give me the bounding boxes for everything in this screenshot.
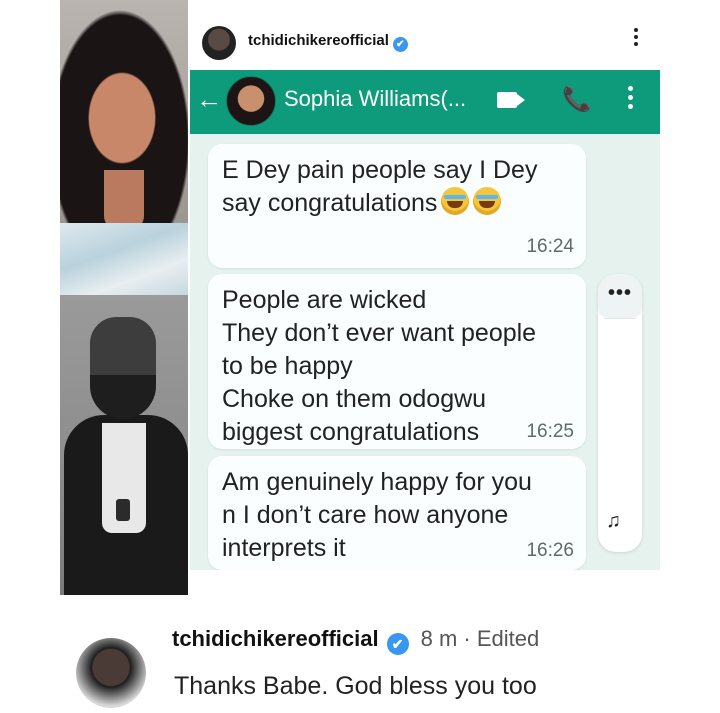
verified-badge-icon: ✔ — [386, 633, 409, 655]
comment-header: tchidichikereofficial ✔ 8 m · Edited — [172, 626, 539, 655]
photo-man — [60, 295, 188, 595]
post-author-username[interactable]: tchidichikereofficial — [248, 32, 389, 49]
photo-man-pendant — [116, 499, 130, 521]
video-call-icon[interactable] — [497, 92, 525, 108]
post-author-name[interactable]: tchidichikereofficial ✔ — [248, 32, 408, 52]
message-time: 16:24 — [526, 236, 574, 257]
message-time: 16:25 — [526, 421, 574, 442]
back-arrow-icon[interactable]: ← — [196, 84, 222, 114]
message-text: People are wicked They don’t ever want p… — [222, 286, 537, 446]
panel-divider — [604, 318, 636, 319]
contact-name[interactable]: Sophia Williams(... — [284, 86, 466, 112]
message-actions-panel: ••• ♫ — [598, 274, 642, 552]
chat-header-bar: ← Sophia Williams(... 📞 — [190, 70, 660, 134]
comment-author-avatar[interactable] — [76, 638, 146, 708]
contact-avatar[interactable] — [226, 76, 276, 126]
post-more-options-icon[interactable] — [630, 26, 642, 50]
comment-meta: 8 m · Edited — [420, 626, 540, 651]
photo-man-beard — [90, 375, 156, 419]
message-bubble[interactable]: E Dey pain people say I Dey say congratu… — [208, 144, 586, 268]
comment-text: Thanks Babe. God bless you too — [174, 672, 537, 700]
message-bubble[interactable]: People are wicked They don’t ever want p… — [208, 274, 586, 449]
more-actions-icon[interactable]: ••• — [598, 274, 642, 318]
comment-author-username[interactable]: tchidichikereofficial — [172, 626, 379, 651]
photo-woman — [60, 0, 188, 295]
photo-woman-shirt — [60, 223, 188, 295]
laughing-tears-emoji-icon — [473, 187, 502, 215]
post-header: tchidichikereofficial ✔ — [190, 0, 660, 70]
voice-message-icon[interactable]: ♫ — [606, 510, 621, 533]
chat-more-options-icon[interactable] — [626, 86, 634, 114]
photo-woman-neck — [104, 170, 144, 230]
message-time: 16:26 — [526, 540, 574, 561]
post-author-avatar[interactable] — [202, 26, 236, 60]
message-bubble[interactable]: Am genuinely happy for you n I don’t car… — [208, 456, 586, 570]
laughing-tears-emoji-icon — [441, 187, 470, 215]
verified-badge-icon: ✔ — [392, 37, 408, 52]
message-text: E Dey pain people say I Dey say congratu… — [222, 156, 538, 217]
message-text: Am genuinely happy for you n I don’t car… — [222, 468, 532, 562]
chat-screenshot: ← Sophia Williams(... 📞 E Dey pain peopl… — [190, 70, 660, 570]
phone-icon[interactable]: 📞 — [562, 84, 592, 116]
